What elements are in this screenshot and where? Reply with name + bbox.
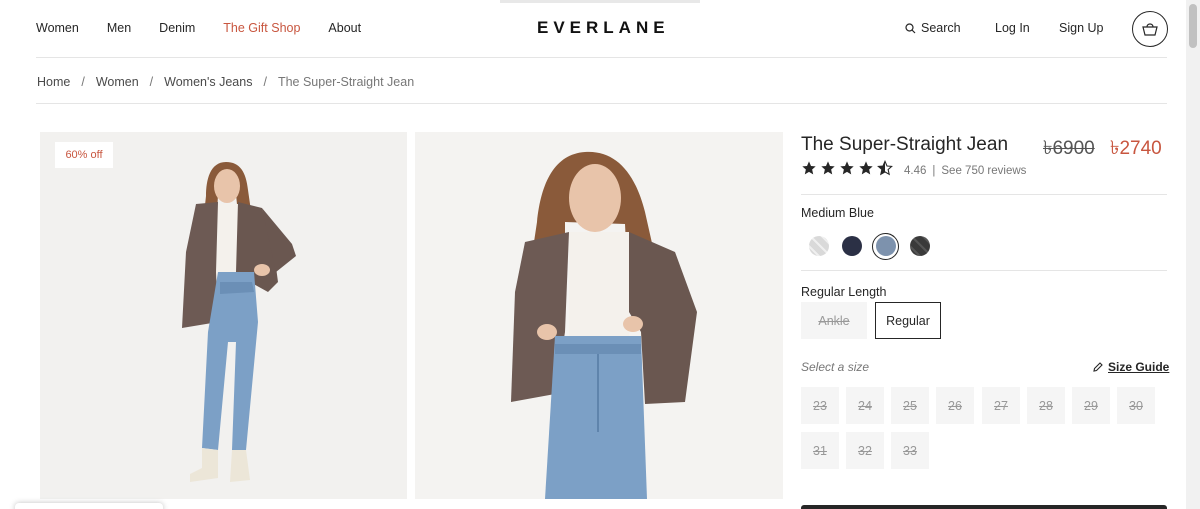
length-regular-button[interactable]: Regular	[875, 302, 941, 339]
product-image-closeup[interactable]	[415, 132, 783, 499]
cart-button[interactable]	[1132, 11, 1168, 47]
product-title: The Super-Straight Jean	[801, 134, 1009, 155]
star-icon	[840, 161, 854, 175]
swatch-dark-navy[interactable]	[842, 236, 862, 256]
size-25[interactable]: 25	[891, 387, 929, 424]
rating-separator: |	[932, 165, 936, 177]
reviews-link[interactable]: See 750 reviews	[941, 165, 1026, 177]
star-icon	[802, 161, 816, 175]
size-31[interactable]: 31	[801, 432, 839, 469]
nav-men[interactable]: Men	[107, 21, 131, 35]
breadcrumb-divider	[36, 103, 1167, 104]
login-link[interactable]: Log In	[995, 21, 1030, 35]
search-icon	[905, 22, 916, 33]
discount-badge: 60% off	[55, 142, 113, 168]
info-divider	[801, 194, 1167, 195]
nav-about[interactable]: About	[328, 21, 361, 35]
breadcrumb-home[interactable]: Home	[37, 75, 70, 89]
nav-gift-shop[interactable]: The Gift Shop	[223, 21, 300, 35]
size-26[interactable]: 26	[936, 387, 974, 424]
size-28[interactable]: 28	[1027, 387, 1065, 424]
size-32[interactable]: 32	[846, 432, 884, 469]
rating-value: 4.46	[904, 165, 927, 177]
size-27[interactable]: 27	[982, 387, 1020, 424]
length-label: Regular Length	[801, 285, 887, 299]
main-menu: Women Men Denim The Gift Shop About	[36, 21, 389, 35]
top-nav: Women Men Denim The Gift Shop About EVER…	[0, 0, 1185, 58]
signup-link[interactable]: Sign Up	[1059, 21, 1103, 35]
info-divider	[801, 270, 1167, 271]
sale-price: ৳2740	[1110, 138, 1162, 159]
size-29[interactable]: 29	[1072, 387, 1110, 424]
swatch-light-wash[interactable]	[809, 236, 829, 256]
length-ankle-button[interactable]: Ankle	[801, 302, 867, 339]
size-guide-label: Size Guide	[1108, 360, 1170, 374]
pencil-icon	[1093, 362, 1103, 372]
breadcrumb-separator: /	[263, 75, 267, 89]
search-label: Search	[921, 21, 961, 35]
rating-summary: 4.46 | See 750 reviews	[904, 165, 1026, 177]
size-33[interactable]: 33	[891, 432, 929, 469]
nav-women[interactable]: Women	[36, 21, 79, 35]
star-rating	[801, 160, 893, 176]
original-price: ৳6900	[1043, 138, 1095, 159]
nav-denim[interactable]: Denim	[159, 21, 195, 35]
bottom-popup-edge	[15, 503, 163, 509]
breadcrumb-current: The Super-Straight Jean	[277, 75, 415, 89]
breadcrumb: Home / Women / Women's Jeans / The Super…	[37, 75, 414, 89]
product-image-full-body[interactable]	[40, 132, 407, 499]
star-icon	[859, 161, 873, 175]
add-to-bag-button[interactable]	[801, 505, 1167, 509]
breadcrumb-separator: /	[81, 75, 85, 89]
color-label: Medium Blue	[801, 206, 874, 220]
swatch-black[interactable]	[910, 236, 930, 256]
size-guide-link[interactable]: Size Guide	[1092, 360, 1169, 374]
breadcrumb-women[interactable]: Women	[96, 75, 139, 89]
half-star-icon	[877, 160, 893, 176]
model-illustration	[182, 162, 296, 482]
size-prompt: Select a size	[801, 360, 870, 374]
star-icon	[821, 161, 835, 175]
size-30[interactable]: 30	[1117, 387, 1155, 424]
model-closeup-illustration	[511, 151, 697, 499]
size-24[interactable]: 24	[846, 387, 884, 424]
cart-icon	[1142, 23, 1158, 36]
swatch-medium-blue[interactable]	[876, 236, 896, 256]
breadcrumb-separator: /	[149, 75, 154, 89]
scrollbar-thumb[interactable]	[1189, 4, 1197, 48]
nav-divider	[36, 57, 1167, 58]
scrollbar[interactable]	[1186, 0, 1200, 509]
search-button[interactable]: Search	[905, 21, 961, 35]
logo[interactable]: EVERLANE	[537, 18, 670, 38]
breadcrumb-womens-jeans[interactable]: Women's Jeans	[164, 75, 252, 89]
size-23[interactable]: 23	[801, 387, 839, 424]
